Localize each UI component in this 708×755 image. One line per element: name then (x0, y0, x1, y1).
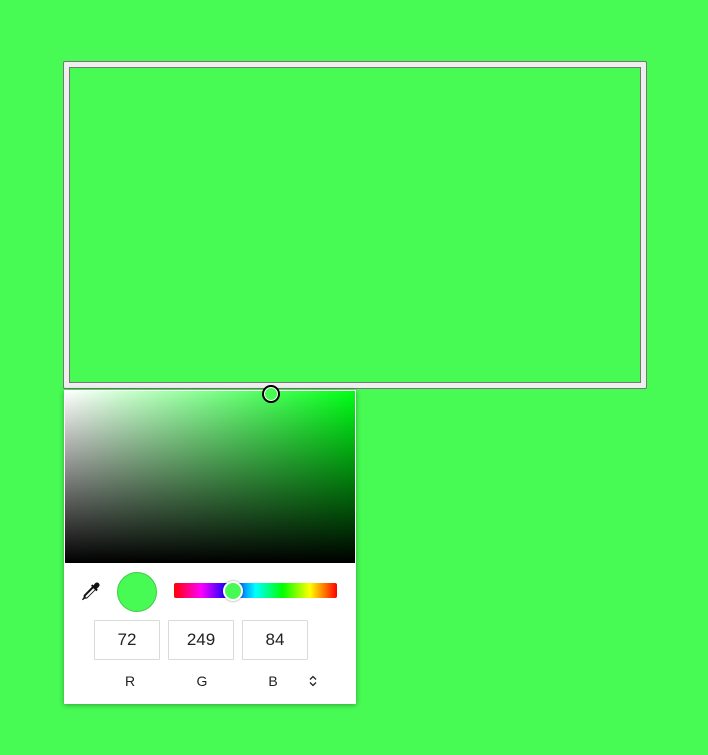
hue-slider-handle[interactable] (222, 580, 243, 601)
page-background: R G B (0, 0, 708, 755)
color-preview (117, 572, 157, 612)
blue-channel-label: B (268, 673, 278, 689)
eyedropper-icon[interactable] (79, 580, 103, 604)
red-channel-input[interactable] (94, 620, 160, 660)
green-channel-label: G (196, 673, 208, 689)
up-down-chevron-icon[interactable] (304, 673, 322, 689)
color-swatch (69, 67, 641, 383)
saturation-value-area[interactable] (65, 385, 355, 563)
hue-slider[interactable] (174, 580, 337, 601)
red-channel-label: R (124, 673, 136, 689)
blue-channel-input[interactable] (242, 620, 308, 660)
value-gradient (65, 391, 355, 563)
green-channel-input[interactable] (168, 620, 234, 660)
color-input-button[interactable] (63, 61, 647, 389)
